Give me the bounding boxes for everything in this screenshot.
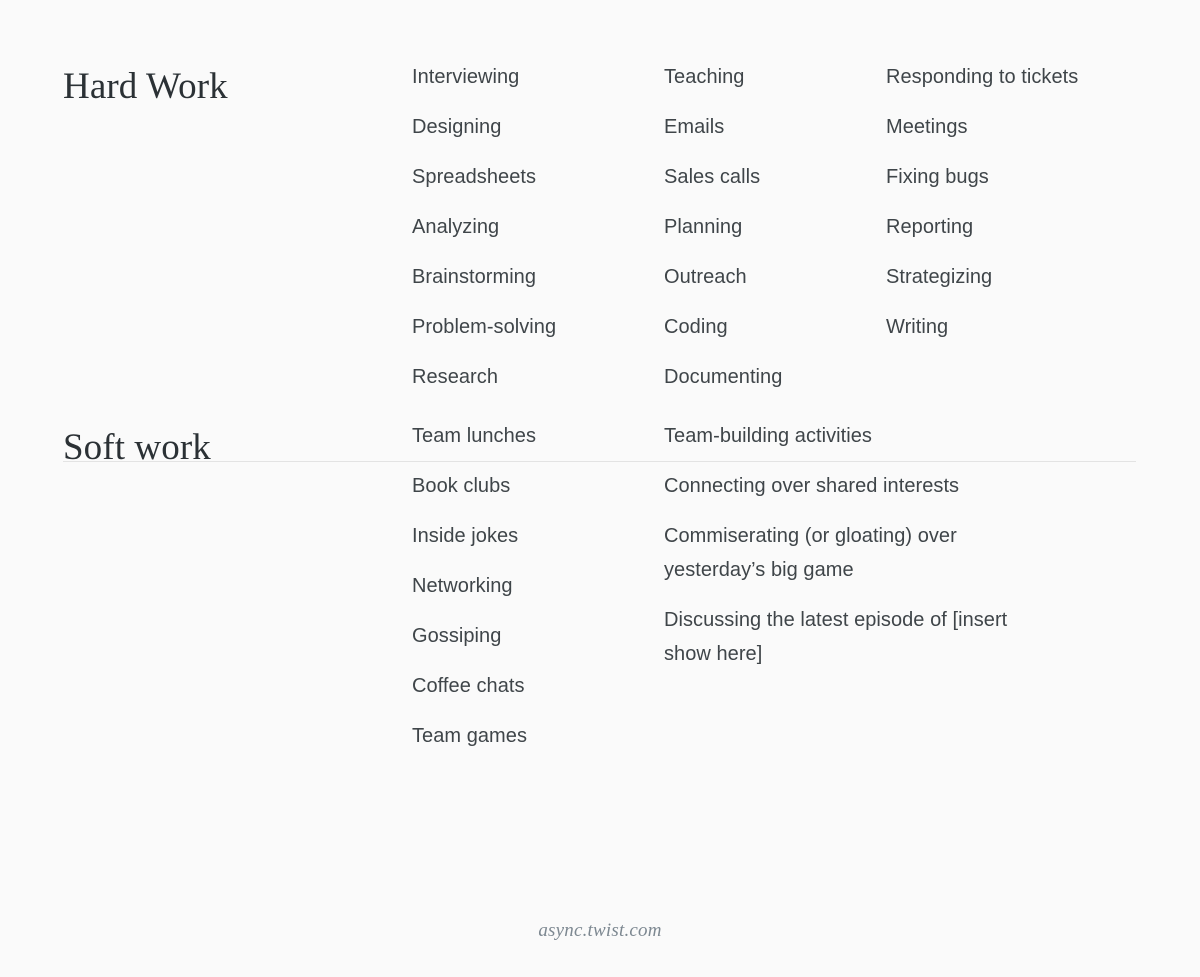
list-item: Writing (886, 316, 949, 338)
list-item: Documenting (664, 366, 783, 388)
list-item: Discussing the latest episode of [insert… (664, 609, 1008, 665)
list-item: Outreach (664, 266, 747, 288)
list-item: Strategizing (886, 266, 993, 288)
hard-work-columns: Interviewing Designing Spreadsheets Anal… (412, 60, 1136, 394)
list-item: Team lunches (412, 425, 536, 447)
list-item: Fixing bugs (886, 166, 989, 188)
soft-work-column-1: Team lunches Book clubs Inside jokes Net… (412, 419, 664, 753)
list-item: Designing (412, 116, 502, 138)
list-item: Gossiping (412, 625, 502, 647)
page-root: Hard Work Interviewing Designing Spreads… (0, 0, 1200, 977)
section-heading-hard-work: Hard Work (63, 66, 228, 107)
list-item: Sales calls (664, 166, 761, 188)
list-item: Coffee chats (412, 675, 525, 697)
list-item: Connecting over shared interests (664, 475, 960, 497)
list-item: Brainstorming (412, 266, 537, 288)
list-item: Team-building activities (664, 425, 872, 447)
footer-url[interactable]: async.twist.com (538, 920, 661, 941)
section-divider (63, 461, 1136, 462)
list-item: Planning (664, 216, 743, 238)
list-item: Problem-solving (412, 316, 557, 338)
list-item: Networking (412, 575, 513, 597)
list-item: Emails (664, 116, 725, 138)
list-item: Reporting (886, 216, 974, 238)
list-item: Analyzing (412, 216, 500, 238)
list-item: Responding to tickets (886, 66, 1079, 88)
hard-work-column-1: Interviewing Designing Spreadsheets Anal… (412, 60, 664, 394)
list-item: Interviewing (412, 66, 520, 88)
list-item: Commiserating (or gloating) over yesterd… (664, 525, 957, 581)
hard-work-column-3: Responding to tickets Meetings Fixing bu… (886, 60, 1078, 344)
footer: async.twist.com (0, 920, 1200, 942)
hard-work-column-2: Teaching Emails Sales calls Planning Out… (664, 60, 886, 394)
section-soft-work: Soft work Team lunches Book clubs Inside… (0, 394, 1200, 753)
list-item: Team games (412, 725, 527, 747)
list-item: Spreadsheets (412, 166, 537, 188)
soft-work-column-2: Team-building activities Connecting over… (664, 419, 1024, 687)
section-heading-soft-work: Soft work (63, 427, 211, 468)
list-item: Teaching (664, 66, 745, 88)
list-item: Book clubs (412, 475, 511, 497)
list-item: Research (412, 366, 498, 388)
section-hard-work: Hard Work Interviewing Designing Spreads… (0, 0, 1200, 394)
list-item: Coding (664, 316, 728, 338)
soft-work-columns: Team lunches Book clubs Inside jokes Net… (412, 419, 1136, 753)
list-item: Inside jokes (412, 525, 519, 547)
list-item: Meetings (886, 116, 968, 138)
